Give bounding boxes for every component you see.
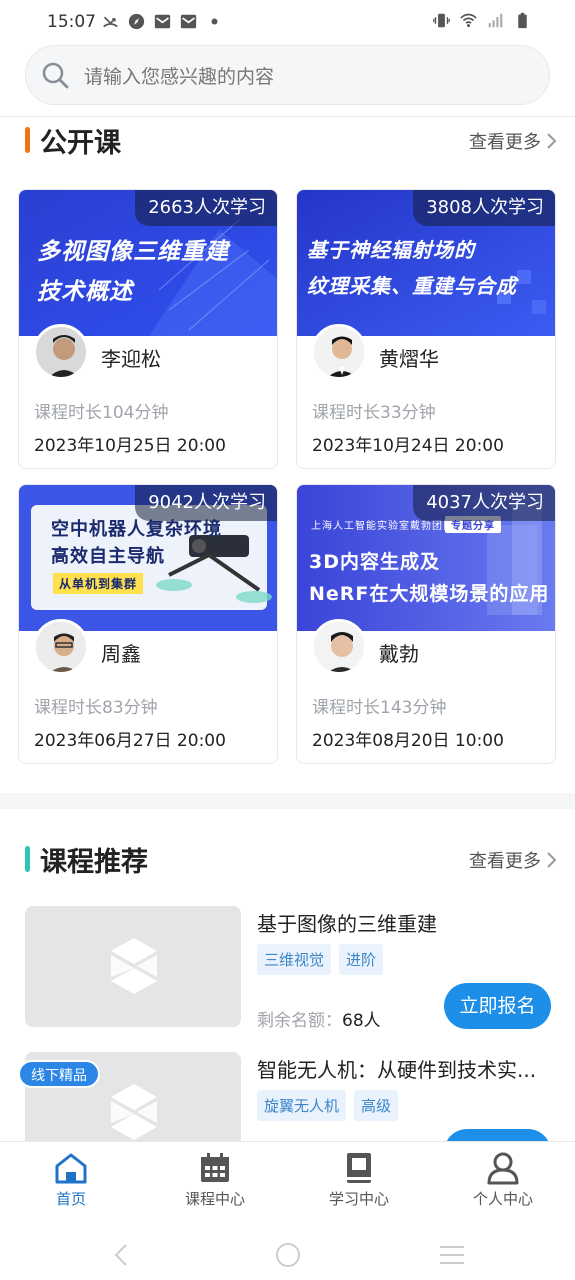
course-card[interactable]: 多视图像三维重建 技术概述 2663人次学习 李迎松 课程时长104分钟 202… <box>18 189 278 469</box>
home-icon <box>55 1153 87 1184</box>
wifi-icon <box>460 13 477 28</box>
course-card[interactable]: 空中机器人复杂环境 高效自主导航 从单机到集群 9042人次学习 周鑫 课程时长… <box>18 484 278 764</box>
course-thumbnail <box>25 906 241 1027</box>
more-label: 查看更多 <box>469 132 541 153</box>
banner-title-line: 3D内容生成及 <box>309 551 440 573</box>
avatar <box>33 619 89 675</box>
compass-icon <box>128 13 145 30</box>
recommend-item[interactable]: 基于图像的三维重建 三维视觉 进阶 剩余名额：68人 立即报名 <box>0 906 575 1046</box>
course-banner: 上海人工智能实验室戴勃团队 专题分享 3D内容生成及 NeRF在大规模场景的应用… <box>297 485 555 631</box>
banner-title-line: 基于神经辐射场的 <box>307 238 475 262</box>
course-datetime: 2023年08月20日 10:00 <box>312 731 504 751</box>
course-tag: 高级 <box>354 1090 399 1121</box>
dot-icon <box>211 18 218 25</box>
section-title: 课程推荐 <box>40 847 148 878</box>
banner-title-line: 技术概述 <box>37 279 133 305</box>
nav-study-center[interactable]: 学习中心 <box>299 1150 419 1209</box>
vibrate-icon <box>433 13 450 28</box>
enroll-button[interactable]: 立即报名 <box>444 983 551 1029</box>
home-circle-icon[interactable] <box>274 1241 302 1269</box>
course-datetime: 2023年10月25日 20:00 <box>34 436 226 456</box>
more-label: 查看更多 <box>469 851 541 872</box>
avatar <box>33 324 89 380</box>
menu-icon[interactable] <box>438 1243 466 1267</box>
back-icon[interactable] <box>112 1243 130 1267</box>
mail-icon <box>154 14 171 29</box>
study-count-badge: 4037人次学习 <box>413 485 555 521</box>
course-card[interactable]: 基于神经辐射场的 纹理采集、重建与合成 3808人次学习 黄熠华 课程时长33分… <box>296 189 556 469</box>
banner-title-line: 多视图像三维重建 <box>37 239 229 265</box>
course-duration: 课程时长143分钟 <box>312 698 447 718</box>
banner-title-line: 高效自主导航 <box>51 546 165 567</box>
nav-label: 学习中心 <box>328 1190 389 1208</box>
open-courses-header: 公开课 查看更多 <box>0 119 575 159</box>
nav-home[interactable]: 首页 <box>11 1150 131 1209</box>
nav-course-center[interactable]: 课程中心 <box>155 1150 275 1209</box>
course-datetime: 2023年10月24日 20:00 <box>312 436 504 456</box>
calendar-icon <box>201 1153 229 1182</box>
section-accent-bar <box>25 846 30 872</box>
course-card[interactable]: 上海人工智能实验室戴勃团队 专题分享 3D内容生成及 NeRF在大规模场景的应用… <box>296 484 556 764</box>
divider <box>0 116 575 117</box>
bottom-navigation: 首页 课程中心 学习中心 个人中心 <box>0 1141 575 1231</box>
course-banner: 基于神经辐射场的 纹理采集、重建与合成 3808人次学习 <box>297 190 555 336</box>
mail-icon <box>180 14 197 29</box>
chevron-right-icon <box>547 852 557 868</box>
system-navigation-bar <box>0 1231 575 1280</box>
status-bar: 15:07 <box>0 0 575 44</box>
course-duration: 课程时长33分钟 <box>312 403 436 423</box>
quota-value: 68人 <box>342 1011 381 1031</box>
brand-logo-icon <box>111 938 157 994</box>
recommend-more-link[interactable]: 查看更多 <box>469 847 557 873</box>
tag-list: 三维视觉 进阶 <box>257 944 384 975</box>
course-duration: 课程时长83分钟 <box>34 698 158 718</box>
course-tag: 旋翼无人机 <box>257 1090 347 1121</box>
nav-label: 个人中心 <box>472 1190 533 1208</box>
teacher-name: 黄熠华 <box>379 347 439 371</box>
offline-premium-badge: 线下精品 <box>18 1060 100 1088</box>
study-count-badge: 3808人次学习 <box>413 190 555 226</box>
course-duration: 课程时长104分钟 <box>34 403 169 423</box>
status-time: 15:07 <box>47 12 96 32</box>
section-title: 公开课 <box>40 128 121 159</box>
nav-label: 首页 <box>55 1190 86 1208</box>
section-accent-bar <box>25 127 30 153</box>
avatar <box>311 324 367 380</box>
study-count-badge: 2663人次学习 <box>135 190 277 226</box>
banner-title-line: 纹理采集、重建与合成 <box>307 274 517 298</box>
course-title: 智能无人机：从硬件到技术实... <box>257 1058 537 1082</box>
tag-list: 旋翼无人机 高级 <box>257 1090 399 1121</box>
course-datetime: 2023年06月27日 20:00 <box>34 731 226 751</box>
search-input[interactable]: 请输入您感兴趣的内容 <box>25 45 550 105</box>
missed-call-icon <box>103 16 118 28</box>
course-banner: 多视图像三维重建 技术概述 2663人次学习 <box>19 190 277 336</box>
study-count-badge: 9042人次学习 <box>135 485 277 521</box>
search-placeholder: 请输入您感兴趣的内容 <box>84 65 275 88</box>
signal-icon <box>488 13 503 28</box>
teacher-name: 李迎松 <box>101 347 161 371</box>
section-separator <box>0 793 575 809</box>
teacher-name: 周鑫 <box>101 642 141 666</box>
user-icon <box>487 1152 519 1185</box>
banner-title-line: NeRF在大规模场景的应用 <box>309 583 550 605</box>
teacher-name: 戴勃 <box>379 642 419 666</box>
quota-label: 剩余名额： <box>257 1011 342 1031</box>
avatar <box>311 619 367 675</box>
open-courses-more-link[interactable]: 查看更多 <box>469 128 557 154</box>
nav-label: 课程中心 <box>184 1190 245 1208</box>
remaining-quota: 剩余名额：68人 <box>257 1006 381 1031</box>
book-icon <box>347 1153 371 1183</box>
recommend-header: 课程推荐 查看更多 <box>0 838 575 878</box>
course-tag: 进阶 <box>339 944 384 975</box>
course-title: 基于图像的三维重建 <box>257 912 437 936</box>
chevron-right-icon <box>547 133 557 149</box>
nav-personal-center[interactable]: 个人中心 <box>443 1150 563 1209</box>
brand-logo-icon <box>111 1084 157 1140</box>
search-icon <box>42 62 69 89</box>
course-banner: 空中机器人复杂环境 高效自主导航 从单机到集群 9042人次学习 <box>19 485 277 631</box>
banner-tag: 从单机到集群 <box>53 573 144 594</box>
battery-icon <box>518 12 527 29</box>
course-tag: 三维视觉 <box>257 944 332 975</box>
